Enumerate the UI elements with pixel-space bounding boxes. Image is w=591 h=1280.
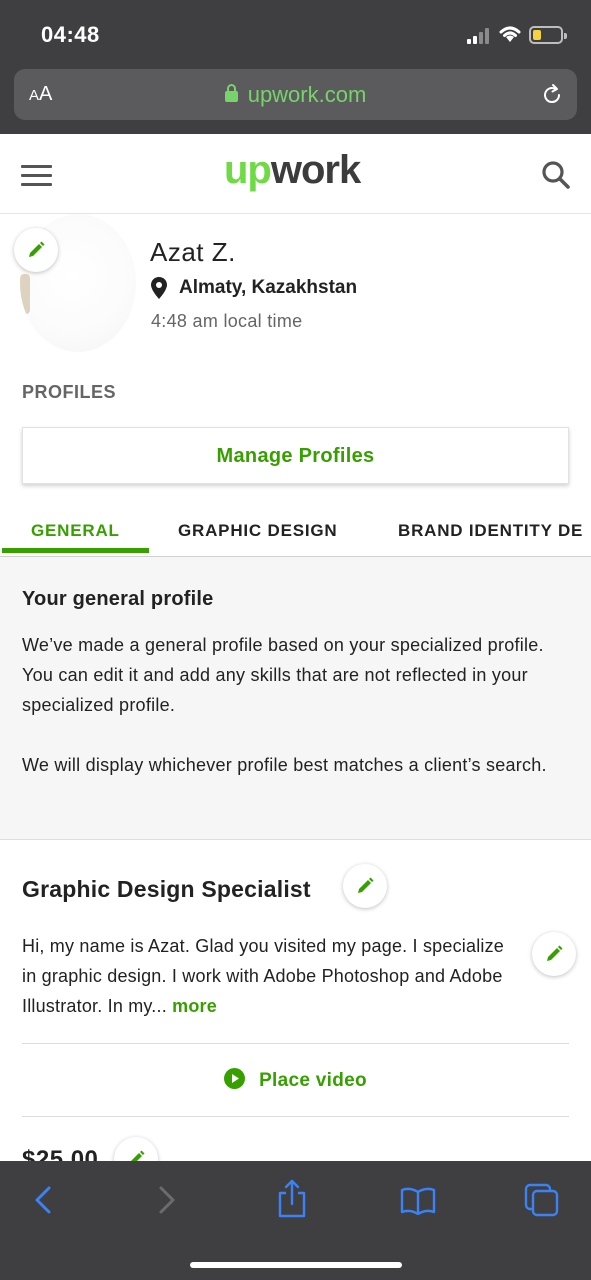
pencil-icon bbox=[547, 945, 563, 961]
specialist-overview: Hi, my name is Azat. Glad you visited my… bbox=[22, 936, 504, 1016]
general-profile-notice: Your general profile We’ve made a genera… bbox=[0, 557, 591, 840]
address-bar[interactable]: AA upwork.com bbox=[14, 69, 577, 120]
profile-location: Almaty, Kazakhstan bbox=[151, 277, 357, 299]
more-link[interactable]: more bbox=[172, 996, 217, 1016]
edit-photo-button[interactable] bbox=[14, 228, 58, 272]
lock-icon bbox=[224, 84, 238, 102]
battery-icon bbox=[529, 26, 567, 44]
play-icon bbox=[224, 1068, 246, 1089]
app-header: upwork bbox=[0, 134, 591, 214]
general-profile-title: Your general profile bbox=[22, 588, 214, 610]
tab-general[interactable]: GENERAL bbox=[31, 521, 120, 541]
url-text: upwork.com bbox=[247, 82, 367, 107]
general-profile-text-1: We’ve made a general profile based on yo… bbox=[22, 635, 544, 715]
back-icon[interactable] bbox=[32, 1185, 54, 1215]
pencil-icon bbox=[358, 877, 374, 893]
edit-overview-button[interactable] bbox=[532, 932, 576, 976]
profile-name: Azat Z. bbox=[150, 237, 236, 267]
profiles-section-label: PROFILES bbox=[22, 382, 117, 402]
reload-icon[interactable] bbox=[540, 83, 564, 107]
location-pin-icon bbox=[151, 277, 167, 299]
menu-icon[interactable] bbox=[21, 165, 52, 187]
url-field[interactable]: upwork.com bbox=[14, 82, 577, 108]
general-profile-text-2: We will display whichever profile best m… bbox=[22, 755, 547, 775]
local-time: 4:48 am local time bbox=[151, 311, 303, 331]
tabs-icon[interactable] bbox=[524, 1183, 560, 1217]
signal-icon bbox=[467, 28, 489, 44]
share-icon[interactable] bbox=[277, 1179, 307, 1219]
wifi-icon bbox=[499, 26, 521, 42]
active-tab-indicator bbox=[2, 548, 149, 553]
specialist-title: Graphic Design Specialist bbox=[22, 876, 311, 902]
edit-title-button[interactable] bbox=[343, 864, 387, 908]
tab-brand-identity[interactable]: BRAND IDENTITY DE bbox=[398, 521, 583, 541]
manage-profiles-button[interactable]: Manage Profiles bbox=[22, 427, 569, 484]
bookmarks-icon[interactable] bbox=[400, 1187, 436, 1215]
tab-graphic-design[interactable]: GRAPHIC DESIGN bbox=[178, 521, 338, 541]
forward-icon[interactable] bbox=[156, 1185, 178, 1215]
status-time: 04:48 bbox=[41, 22, 100, 47]
place-video-button[interactable]: Place video bbox=[0, 1068, 591, 1092]
divider bbox=[22, 1043, 569, 1044]
search-icon[interactable] bbox=[541, 160, 571, 190]
home-indicator bbox=[190, 1262, 402, 1268]
browser-chrome: 04:48 AA upwork.com bbox=[0, 0, 591, 134]
upwork-logo[interactable]: upwork bbox=[224, 148, 361, 193]
pencil-icon bbox=[29, 241, 45, 257]
divider bbox=[22, 1116, 569, 1117]
